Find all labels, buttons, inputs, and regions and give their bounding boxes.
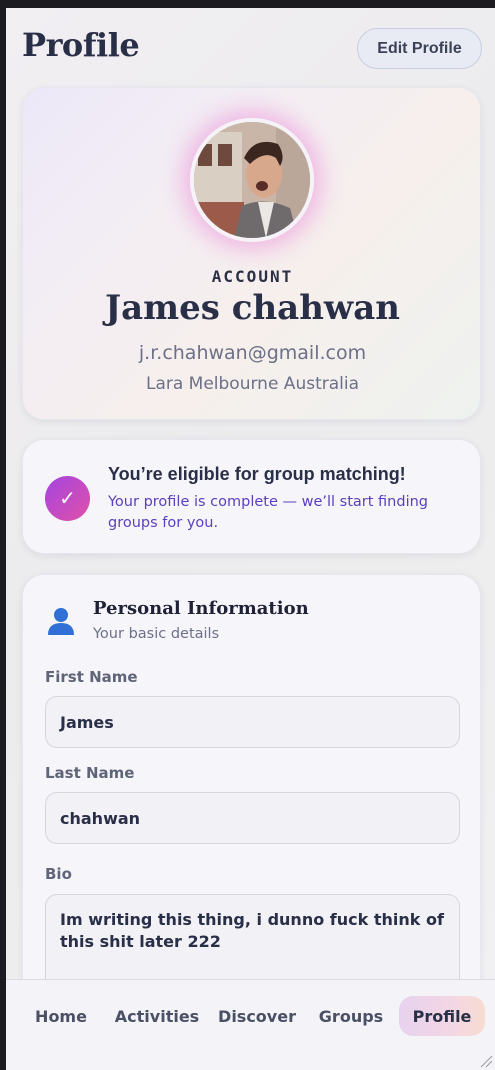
avatar-photo — [194, 122, 310, 238]
account-email: j.r.chahwan@gmail.com — [138, 342, 367, 364]
bio-label: Bio — [45, 865, 72, 883]
first-name-label: First Name — [45, 668, 138, 686]
account-label: ACCOUNT — [211, 267, 294, 286]
nav-item-discover[interactable]: Discover — [212, 996, 302, 1036]
check-glyph: ✓ — [59, 488, 76, 510]
edit-profile-button[interactable]: Edit Profile — [357, 28, 482, 69]
section-subtitle: Your basic details — [93, 626, 220, 642]
account-location: Lara Melbourne Australia — [145, 374, 360, 394]
app-root: Profile Edit Profile ACCOUNT James chahw… — [6, 8, 495, 1070]
last-name-label: Last Name — [45, 764, 135, 782]
window-top-bar — [0, 0, 495, 8]
person-icon — [45, 605, 77, 637]
last-name-field[interactable]: chahwan — [45, 792, 460, 844]
account-card: ACCOUNT James chahwan j.r.chahwan@gmail.… — [22, 87, 481, 420]
eligibility-text: Your profile is complete — we’ll start f… — [108, 494, 428, 531]
first-name-field[interactable]: James — [45, 696, 460, 748]
account-name: James chahwan — [105, 288, 400, 328]
section-title: Personal Information — [93, 598, 309, 619]
avatar-glow — [190, 118, 314, 242]
nav-item-activities[interactable]: Activities — [112, 996, 202, 1036]
eligibility-card: ✓ You’re eligible for group matching! Yo… — [22, 439, 481, 554]
check-icon: ✓ — [45, 476, 90, 521]
page-title: Profile — [22, 26, 140, 64]
resize-handle-icon[interactable] — [479, 1054, 493, 1068]
avatar[interactable] — [190, 118, 314, 242]
nav-item-home[interactable]: Home — [24, 996, 98, 1036]
eligibility-title: You’re eligible for group matching! — [108, 464, 406, 484]
nav-item-profile[interactable]: Profile — [399, 996, 485, 1036]
header: Profile Edit Profile — [6, 8, 495, 86]
bottom-navigation: Home Activities Discover Groups Profile — [6, 979, 495, 1070]
nav-item-groups[interactable]: Groups — [312, 996, 390, 1036]
